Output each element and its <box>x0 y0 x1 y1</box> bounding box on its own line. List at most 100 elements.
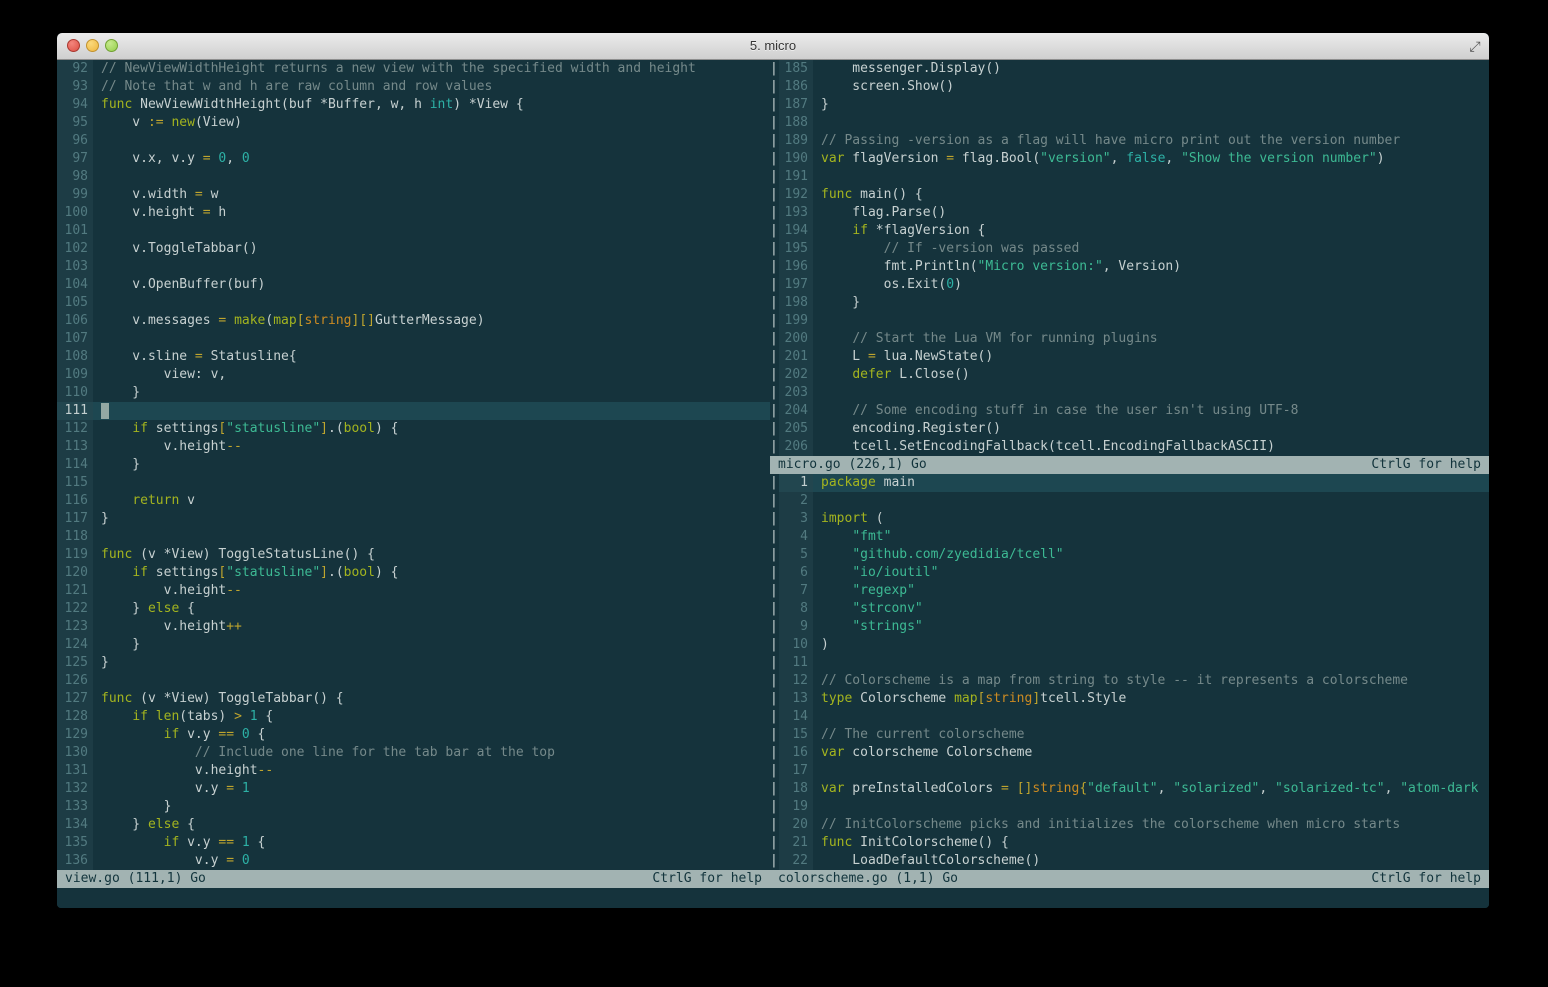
command-line[interactable] <box>57 888 1489 906</box>
code-line[interactable]: 202 defer L.Close() <box>779 366 1489 384</box>
editor-view-go[interactable]: 92// NewViewWidthHeight returns a new vi… <box>57 60 770 870</box>
code-line[interactable]: 203 <box>779 384 1489 402</box>
code-line[interactable]: 113 v.height-- <box>57 438 770 456</box>
code-line[interactable]: 14 <box>779 708 1489 726</box>
editor-micro-go[interactable]: 185 messenger.Display()186 screen.Show()… <box>779 60 1489 456</box>
code-line[interactable]: 189// Passing -version as a flag will ha… <box>779 132 1489 150</box>
code-line[interactable]: 105 <box>57 294 770 312</box>
code-line[interactable]: 123 v.height++ <box>57 618 770 636</box>
code-line[interactable]: 127func (v *View) ToggleTabbar() { <box>57 690 770 708</box>
code-line[interactable]: 130 // Include one line for the tab bar … <box>57 744 770 762</box>
code-line[interactable]: 120 if settings["statusline"].(bool) { <box>57 564 770 582</box>
code-line[interactable]: 117} <box>57 510 770 528</box>
code-line[interactable]: 100 v.height = h <box>57 204 770 222</box>
code-line[interactable]: 16var colorscheme Colorscheme <box>779 744 1489 762</box>
code-line[interactable]: 103 <box>57 258 770 276</box>
code-line[interactable]: 116 return v <box>57 492 770 510</box>
code-line[interactable]: 196 fmt.Println("Micro version:", Versio… <box>779 258 1489 276</box>
code-line[interactable]: 20// InitColorscheme picks and initializ… <box>779 816 1489 834</box>
code-line[interactable]: 190var flagVersion = flag.Bool("version"… <box>779 150 1489 168</box>
code-line[interactable]: 3import ( <box>779 510 1489 528</box>
code-line[interactable]: 124 } <box>57 636 770 654</box>
code-line[interactable]: 114 } <box>57 456 770 474</box>
code-line[interactable]: 98 <box>57 168 770 186</box>
code-line[interactable]: 102 v.ToggleTabbar() <box>57 240 770 258</box>
code-line[interactable]: 135 if v.y == 1 { <box>57 834 770 852</box>
code-line[interactable]: 129 if v.y == 0 { <box>57 726 770 744</box>
code-line[interactable]: 118 <box>57 528 770 546</box>
code-line[interactable]: 15// The current colorscheme <box>779 726 1489 744</box>
code-line[interactable]: 110 } <box>57 384 770 402</box>
right-split: | | | | | | | | | | | | | | | | | | | | … <box>770 60 1489 888</box>
code-line[interactable]: 128 if len(tabs) > 1 { <box>57 708 770 726</box>
code-line[interactable]: 204 // Some encoding stuff in case the u… <box>779 402 1489 420</box>
code-line[interactable]: 19 <box>779 798 1489 816</box>
code-line[interactable]: 11 <box>779 654 1489 672</box>
code-line[interactable]: 8 "strconv" <box>779 600 1489 618</box>
code-line[interactable]: 197 os.Exit(0) <box>779 276 1489 294</box>
code-line[interactable]: 109 view: v, <box>57 366 770 384</box>
code-line[interactable]: 205 encoding.Register() <box>779 420 1489 438</box>
code-line[interactable]: 7 "regexp" <box>779 582 1489 600</box>
code-line[interactable]: 131 v.height-- <box>57 762 770 780</box>
code-line[interactable]: 92// NewViewWidthHeight returns a new vi… <box>57 60 770 78</box>
code-line[interactable]: 13type Colorscheme map[string]tcell.Styl… <box>779 690 1489 708</box>
code-line[interactable]: 104 v.OpenBuffer(buf) <box>57 276 770 294</box>
code-line[interactable]: 22 LoadDefaultColorscheme() <box>779 852 1489 870</box>
title-bar[interactable]: 5. micro ⤢ <box>57 33 1489 60</box>
line-number: 4 <box>779 528 813 546</box>
code-line[interactable]: 194 if *flagVersion { <box>779 222 1489 240</box>
code-line[interactable]: 193 flag.Parse() <box>779 204 1489 222</box>
code-line[interactable]: 9 "strings" <box>779 618 1489 636</box>
code-line[interactable]: 10) <box>779 636 1489 654</box>
code-line[interactable]: 125} <box>57 654 770 672</box>
code-line[interactable]: 185 messenger.Display() <box>779 60 1489 78</box>
code-line[interactable]: 93// Note that w and h are raw column an… <box>57 78 770 96</box>
code-line[interactable]: 17 <box>779 762 1489 780</box>
code-line[interactable]: 206 tcell.SetEncodingFallback(tcell.Enco… <box>779 438 1489 456</box>
code-line[interactable]: 136 v.y = 0 <box>57 852 770 870</box>
line-number: 203 <box>779 384 813 402</box>
code-line[interactable]: 112 if settings["statusline"].(bool) { <box>57 420 770 438</box>
code-line[interactable]: 134 } else { <box>57 816 770 834</box>
code-line[interactable]: 97 v.x, v.y = 0, 0 <box>57 150 770 168</box>
code-line[interactable]: 111 <box>57 402 770 420</box>
code-line[interactable]: 195 // If -version was passed <box>779 240 1489 258</box>
code-line[interactable]: 12// Colorscheme is a map from string to… <box>779 672 1489 690</box>
code-line[interactable]: 187} <box>779 96 1489 114</box>
code-line[interactable]: 101 <box>57 222 770 240</box>
code-line[interactable]: 121 v.height-- <box>57 582 770 600</box>
editor-colorscheme-go[interactable]: 1package main23import (4 "fmt"5 "github.… <box>779 474 1489 870</box>
code-line[interactable]: 1package main <box>779 474 1489 492</box>
code-line[interactable]: 126 <box>57 672 770 690</box>
split-divider: | | | | | | | | | | | | | | | | | | | | … <box>770 60 779 456</box>
code-line[interactable]: 107 <box>57 330 770 348</box>
code-line[interactable]: 108 v.sline = Statusline{ <box>57 348 770 366</box>
code-line[interactable]: 186 screen.Show() <box>779 78 1489 96</box>
code-line[interactable]: 96 <box>57 132 770 150</box>
code-line[interactable]: 132 v.y = 1 <box>57 780 770 798</box>
code-line[interactable]: 6 "io/ioutil" <box>779 564 1489 582</box>
code-line[interactable]: 188 <box>779 114 1489 132</box>
code-line[interactable]: 99 v.width = w <box>57 186 770 204</box>
line-number: 193 <box>779 204 813 222</box>
code-line[interactable]: 94func NewViewWidthHeight(buf *Buffer, w… <box>57 96 770 114</box>
code-line[interactable]: 191 <box>779 168 1489 186</box>
code-line[interactable]: 106 v.messages = make(map[string][]Gutte… <box>57 312 770 330</box>
code-line[interactable]: 119func (v *View) ToggleStatusLine() { <box>57 546 770 564</box>
code-line[interactable]: 201 L = lua.NewState() <box>779 348 1489 366</box>
code-line[interactable]: 122 } else { <box>57 600 770 618</box>
code-line[interactable]: 200 // Start the Lua VM for running plug… <box>779 330 1489 348</box>
fullscreen-icon[interactable]: ⤢ <box>1467 38 1483 54</box>
code-line[interactable]: 133 } <box>57 798 770 816</box>
code-line[interactable]: 4 "fmt" <box>779 528 1489 546</box>
code-line[interactable]: 198 } <box>779 294 1489 312</box>
code-line[interactable]: 21func InitColorscheme() { <box>779 834 1489 852</box>
code-line[interactable]: 95 v := new(View) <box>57 114 770 132</box>
code-line[interactable]: 18var preInstalledColors = []string{"def… <box>779 780 1489 798</box>
code-line[interactable]: 199 <box>779 312 1489 330</box>
code-line[interactable]: 192func main() { <box>779 186 1489 204</box>
code-line[interactable]: 5 "github.com/zyedidia/tcell" <box>779 546 1489 564</box>
code-line[interactable]: 115 <box>57 474 770 492</box>
code-line[interactable]: 2 <box>779 492 1489 510</box>
